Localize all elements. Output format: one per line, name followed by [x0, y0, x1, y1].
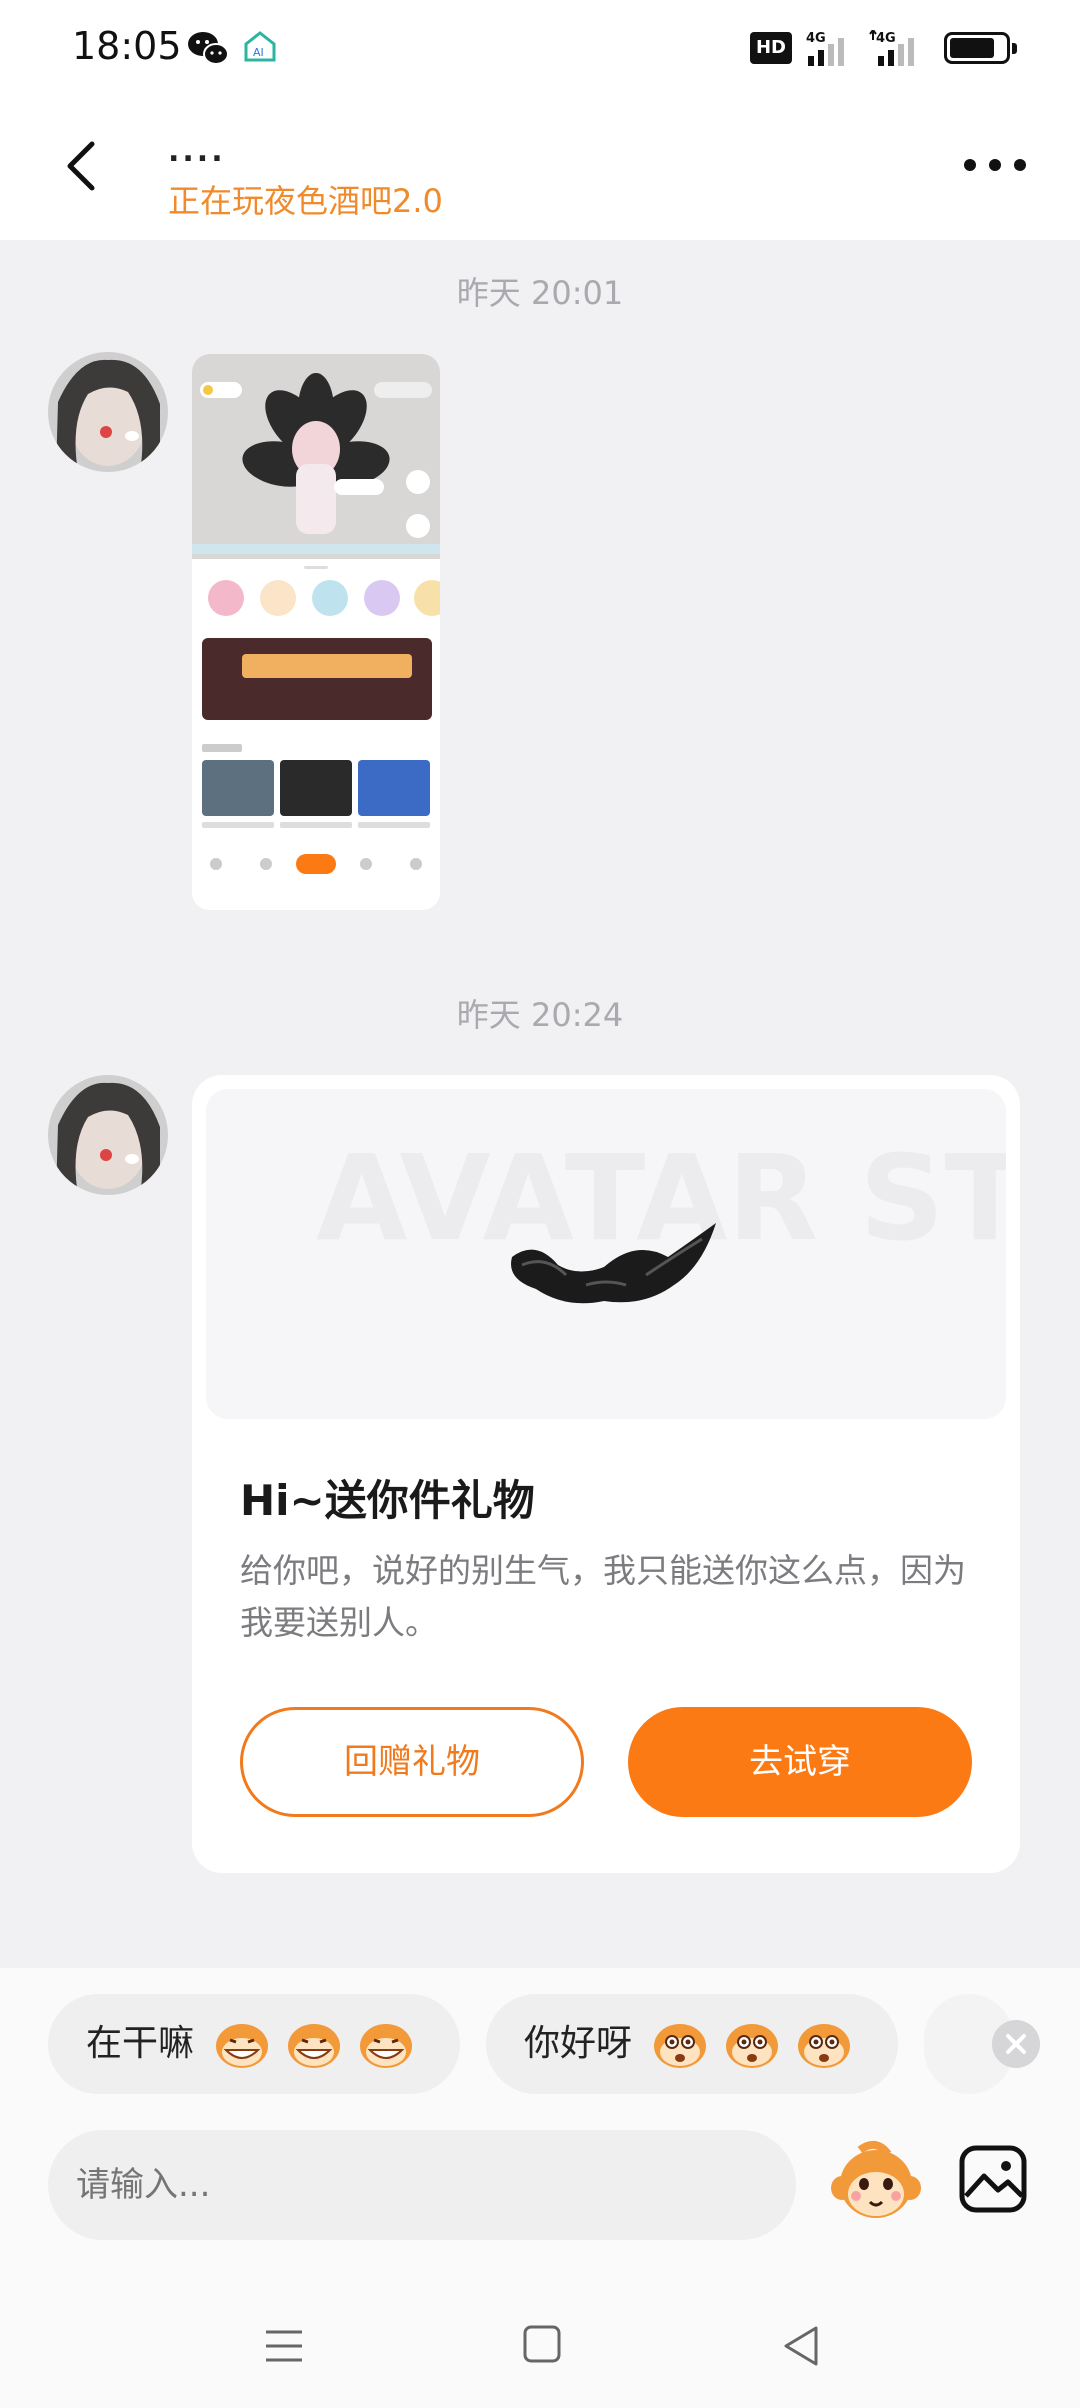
quick-reply-text: 在干嘛: [86, 2023, 195, 2064]
signal-4g-icon: 4G: [869, 30, 914, 66]
quick-reply-chip[interactable]: 在干嘛: [48, 1994, 460, 2094]
monkey-laugh-emoji-icon: [216, 2022, 414, 2070]
gift-message-card[interactable]: AVATAR STORE Hi~送你件礼物 给你吧，说好的别生气，我只能送你这么…: [192, 1075, 1020, 1873]
shared-image-message[interactable]: [192, 354, 440, 910]
chat-contact-status[interactable]: 正在玩夜色酒吧2.0: [168, 176, 443, 222]
close-quick-replies-icon[interactable]: [992, 2020, 1040, 2068]
contact-avatar[interactable]: [48, 352, 168, 472]
svg-text:4G: 4G: [806, 31, 826, 46]
battery-icon: [944, 32, 1017, 64]
bottom-input-panel: 在干嘛 你好呀: [0, 1968, 1080, 2408]
return-gift-button[interactable]: 回赠礼物: [240, 1707, 584, 1817]
message-input[interactable]: [48, 2130, 796, 2240]
home-nav-icon[interactable]: [522, 2324, 562, 2364]
banner-watermark-text: AVATAR STORE: [316, 1129, 1006, 1267]
back-nav-icon[interactable]: [780, 2324, 824, 2368]
hd-icon: HD: [750, 32, 792, 64]
monkey-emoji-button[interactable]: [830, 2136, 922, 2228]
svg-text:AI: AI: [253, 46, 264, 59]
chat-header: .... 正在玩夜色酒吧2.0: [0, 96, 1080, 240]
more-options-button[interactable]: [960, 150, 1030, 180]
system-nav-bar: [0, 2280, 1080, 2408]
quick-reply-text: 你好呀: [524, 2023, 633, 2064]
signal-4g-icon: 4G: [806, 31, 844, 66]
wechat-icon: [188, 32, 229, 65]
image-picker-icon[interactable]: [958, 2144, 1028, 2214]
quick-reply-chip[interactable]: 你好呀: [486, 1994, 898, 2094]
status-time: 18:05: [72, 24, 182, 68]
chat-contact-name[interactable]: ....: [168, 134, 226, 169]
try-on-button[interactable]: 去试穿: [628, 1707, 972, 1817]
svg-text:4G: 4G: [876, 31, 896, 46]
monkey-wave-emoji-icon: [654, 2023, 851, 2069]
gift-title: Hi~送你件礼物: [240, 1476, 535, 1525]
message-timestamp: 昨天 20:24: [456, 996, 624, 1034]
contact-avatar[interactable]: [48, 1075, 168, 1195]
message-timestamp: 昨天 20:01: [456, 274, 624, 312]
status-bar: 18:05 AI HD 4G 4G: [0, 0, 1080, 96]
gift-description: 给你吧，说好的别生气，我只能送你这么点，因为我要送别人。: [240, 1551, 966, 1642]
recent-apps-icon[interactable]: [262, 2324, 306, 2368]
gift-banner: AVATAR STORE: [206, 1089, 1006, 1419]
home-ai-icon: AI: [244, 31, 276, 62]
back-button[interactable]: [56, 136, 112, 196]
